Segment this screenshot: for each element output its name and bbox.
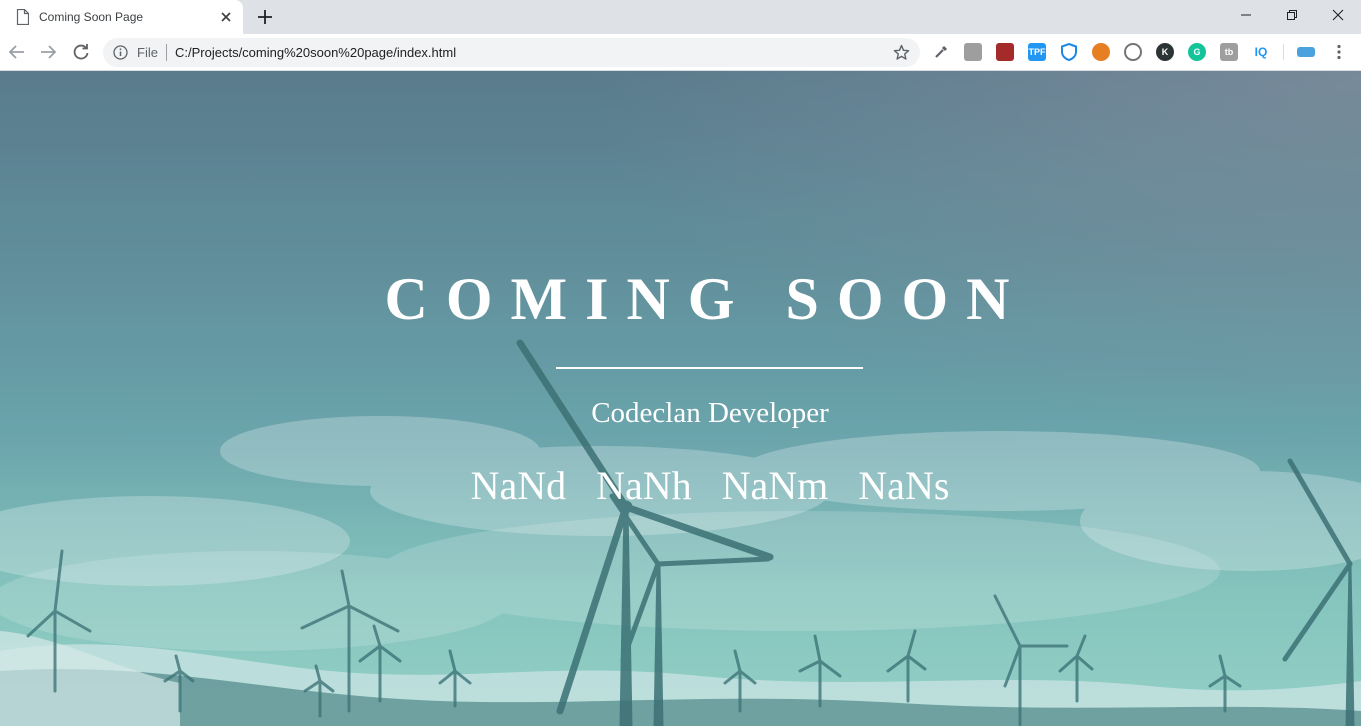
countdown-timer: NaNd NaNh NaNm NaNs	[0, 462, 1361, 509]
tb-extension-label: tb	[1224, 47, 1234, 57]
minimize-button[interactable]	[1223, 0, 1269, 30]
reload-icon[interactable]	[71, 42, 91, 62]
more-menu-icon[interactable]	[1330, 43, 1348, 61]
browser-toolbar: File C:/Projects/coming%20soon%20page/in…	[0, 34, 1361, 71]
page-viewport: COMING SOON Codeclan Developer NaNd NaNh…	[0, 71, 1361, 726]
countdown-days: NaNd	[470, 463, 567, 508]
document-icon	[16, 9, 29, 25]
forward-arrow-icon[interactable]	[38, 42, 58, 62]
k-extension-icon[interactable]: K	[1156, 43, 1174, 61]
circle-extension-icon[interactable]	[1124, 43, 1142, 61]
eyedropper-extension-icon[interactable]	[932, 43, 950, 61]
minimize-icon	[1241, 14, 1251, 16]
tpf-extension-icon[interactable]: TPF	[1028, 43, 1046, 61]
url-text[interactable]: C:/Projects/coming%20soon%20page/index.h…	[175, 45, 456, 60]
url-scheme-label: File	[137, 45, 158, 60]
chart-extension-icon[interactable]	[996, 43, 1014, 61]
tb-extension-icon[interactable]: tb	[1220, 43, 1238, 61]
address-separator	[166, 44, 167, 61]
bookmark-star-icon[interactable]	[893, 44, 910, 61]
hero-section: COMING SOON Codeclan Developer NaNd NaNh…	[0, 71, 1361, 726]
tab-strip: Coming Soon Page	[0, 0, 1361, 34]
browser-tab[interactable]: Coming Soon Page	[0, 0, 243, 34]
extension-icon-2[interactable]	[964, 43, 982, 61]
info-icon[interactable]	[113, 45, 128, 60]
grammarly-extension-icon[interactable]: G	[1188, 43, 1206, 61]
tab-title: Coming Soon Page	[39, 10, 144, 24]
stack-extension-icon[interactable]	[1297, 47, 1315, 57]
grammarly-extension-label: G	[1193, 47, 1201, 57]
restore-button[interactable]	[1269, 0, 1315, 30]
countdown-seconds: NaNs	[858, 463, 950, 508]
close-tab-icon[interactable]	[218, 9, 234, 25]
address-bar[interactable]: File C:/Projects/coming%20soon%20page/in…	[103, 38, 920, 67]
k-extension-label: K	[1161, 47, 1169, 57]
close-window-button[interactable]	[1315, 0, 1361, 30]
restore-icon	[1287, 10, 1297, 20]
countdown-hours: NaNh	[596, 463, 692, 508]
reddit-extension-icon[interactable]	[1092, 43, 1110, 61]
shield-extension-icon[interactable]	[1060, 43, 1078, 61]
developer-subtitle: Codeclan Developer	[591, 397, 829, 429]
back-arrow-icon[interactable]	[7, 42, 27, 62]
toolbar-divider	[1283, 44, 1284, 60]
new-tab-plus-icon[interactable]	[255, 7, 275, 27]
close-window-icon	[1332, 9, 1344, 21]
iq-extension-label: IQ	[1254, 45, 1268, 59]
coming-soon-heading: COMING SOON	[384, 266, 1028, 332]
iq-extension-icon[interactable]: IQ	[1252, 43, 1270, 61]
tpf-extension-label: TPF	[1028, 47, 1046, 57]
countdown-minutes: NaNm	[721, 463, 829, 508]
heading-divider	[556, 367, 863, 369]
